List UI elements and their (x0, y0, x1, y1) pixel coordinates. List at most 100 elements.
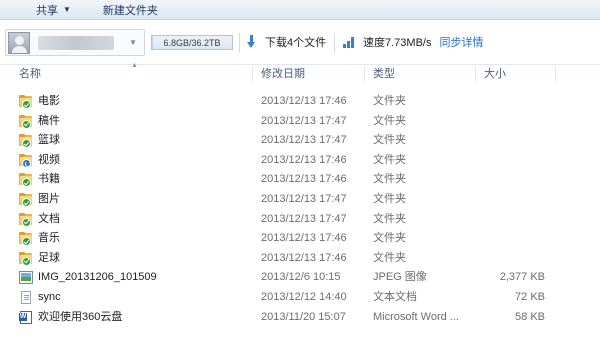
folder-synced-icon (19, 114, 34, 129)
file-row[interactable]: 图片 2013/12/13 17:47 文件夹 (0, 190, 600, 210)
file-row[interactable]: 篮球 2013/12/13 17:47 文件夹 (0, 131, 600, 151)
column-type[interactable]: 类型 (373, 66, 395, 82)
file-type: 文件夹 (373, 212, 406, 225)
file-name: IMG_20131206_101509 (38, 271, 157, 284)
column-name[interactable]: 名称 (19, 66, 41, 82)
file-name: 稿件 (38, 114, 60, 127)
file-modified-date: 2013/12/13 17:47 (261, 212, 347, 225)
file-size (483, 151, 545, 171)
file-row[interactable]: IMG_20131206_101509 2013/12/6 10:15 JPEG 图… (0, 268, 600, 288)
file-type: 文件夹 (373, 251, 406, 264)
signal-bars-icon (343, 36, 355, 48)
folder-synced-icon (19, 134, 34, 149)
chevron-down-icon: ▼ (63, 5, 71, 14)
chevron-down-icon: ▼ (129, 38, 137, 47)
file-size: 2,377 KB (499, 271, 545, 284)
download-status[interactable]: 下载4个文件 (247, 34, 326, 50)
file-size: 72 KB (515, 291, 545, 303)
text-file-icon (19, 291, 34, 305)
column-date[interactable]: 修改日期 (261, 66, 305, 82)
file-type: 文本文档 (373, 291, 417, 303)
file-name: 足球 (38, 251, 60, 264)
file-modified-date: 2013/12/13 17:47 (261, 114, 347, 127)
share-label: 共享 (36, 4, 58, 17)
cloud-status-bar: ▼ 6.8GB/36.2TB 下载4个文件 速度7.73MB/s 同步详情 (0, 21, 600, 65)
file-row[interactable]: 视频 2013/12/13 17:46 文件夹 (0, 151, 600, 171)
column-divider[interactable] (555, 66, 556, 82)
file-row[interactable]: 音乐 2013/12/13 17:46 文件夹 (0, 229, 600, 249)
file-type: Microsoft Word ... (373, 310, 459, 323)
divider (239, 33, 240, 53)
file-name: 文档 (38, 212, 60, 225)
avatar (8, 31, 30, 54)
image-file-icon (19, 271, 34, 285)
file-row[interactable]: 足球 2013/12/13 17:46 文件夹 (0, 249, 600, 269)
file-modified-date: 2013/12/13 17:46 (261, 232, 347, 245)
file-size (483, 112, 545, 132)
file-type: JPEG 图像 (373, 271, 427, 284)
word-doc-icon: W (19, 310, 34, 325)
sync-details-link[interactable]: 同步详情 (439, 34, 483, 50)
speed-text: 速度7.73MB/s (363, 37, 432, 49)
folder-synced-icon (19, 95, 34, 109)
new-folder-label: 新建文件夹 (102, 4, 158, 17)
file-type: 文件夹 (373, 153, 406, 166)
file-size: 58 KB (515, 310, 545, 323)
file-name: 电影 (38, 95, 60, 107)
download-arrow-icon (247, 35, 257, 49)
file-size (483, 92, 545, 112)
file-size (483, 131, 545, 151)
file-row[interactable]: 电影 2013/12/13 17:46 文件夹 (0, 92, 600, 112)
file-size (483, 229, 545, 249)
file-name: 音乐 (38, 232, 60, 245)
file-row[interactable]: 书籍 2013/12/13 17:46 文件夹 (0, 170, 600, 190)
folder-synced-icon (19, 193, 34, 207)
divider (334, 33, 335, 53)
share-button[interactable]: 共享 ▼ (30, 0, 77, 20)
file-type: 文件夹 (373, 193, 406, 205)
file-name: 视频 (38, 153, 60, 166)
account-dropdown[interactable]: ▼ (5, 29, 145, 56)
sort-up-icon: ▲ (131, 62, 138, 69)
file-size (483, 190, 545, 210)
blurred-username (38, 35, 114, 50)
column-divider[interactable] (252, 66, 253, 82)
column-divider[interactable] (475, 66, 476, 82)
file-name: 书籍 (38, 173, 60, 186)
file-row[interactable]: sync 2013/12/12 14:40 文本文档 72 KB (0, 288, 600, 308)
storage-quota-bar: 6.8GB/36.2TB (151, 35, 233, 50)
file-type: 文件夹 (373, 134, 406, 147)
file-modified-date: 2013/11/20 15:07 (261, 310, 346, 323)
file-size (483, 249, 545, 269)
new-folder-button[interactable]: 新建文件夹 (97, 0, 164, 20)
file-modified-date: 2013/12/13 17:47 (261, 193, 347, 205)
folder-synced-icon (19, 212, 34, 227)
file-modified-date: 2013/12/13 17:46 (261, 95, 347, 107)
file-row[interactable]: W 欢迎使用360云盘 2013/11/20 15:07 Microsoft Word… (0, 308, 600, 328)
file-modified-date: 2013/12/12 14:40 (261, 291, 347, 303)
file-type: 文件夹 (373, 114, 406, 127)
storage-quota-fill (152, 36, 153, 49)
file-size (483, 170, 545, 190)
command-bar: 共享 ▼ 新建文件夹 (0, 0, 600, 20)
file-type: 文件夹 (373, 95, 406, 107)
download-status-text: 下载4个文件 (265, 37, 327, 49)
file-modified-date: 2013/12/6 10:15 (261, 271, 341, 284)
file-name: 欢迎使用360云盘 (38, 310, 123, 323)
column-header: ▲ 名称 修改日期 类型 大小 (0, 62, 600, 82)
folder-synced-icon (19, 251, 34, 266)
file-modified-date: 2013/12/13 17:46 (261, 153, 347, 166)
column-divider[interactable] (364, 66, 365, 82)
file-row[interactable]: 稿件 2013/12/13 17:47 文件夹 (0, 112, 600, 132)
file-size (483, 210, 545, 230)
file-name: 篮球 (38, 134, 60, 147)
file-row[interactable]: 文档 2013/12/13 17:47 文件夹 (0, 210, 600, 230)
folder-synced-icon (19, 232, 34, 247)
file-modified-date: 2013/12/13 17:46 (261, 173, 347, 186)
file-type: 文件夹 (373, 173, 406, 186)
folder-syncing-icon (19, 153, 34, 168)
transfer-speed: 速度7.73MB/s 同步详情 (343, 34, 483, 50)
column-size[interactable]: 大小 (484, 66, 506, 82)
file-modified-date: 2013/12/13 17:47 (261, 134, 347, 147)
file-name: sync (38, 291, 61, 303)
